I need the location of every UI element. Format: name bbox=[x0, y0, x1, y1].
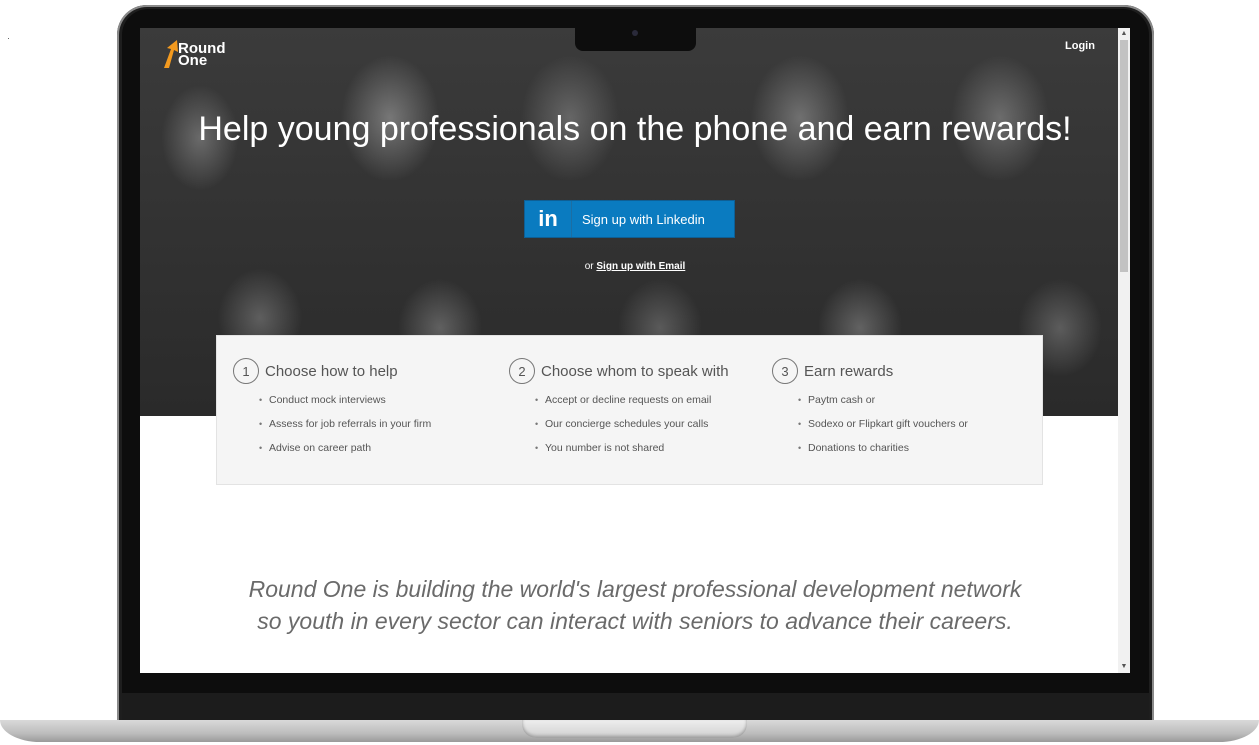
step-number-badge: 1 bbox=[233, 358, 259, 384]
laptop-opening-groove bbox=[522, 720, 747, 738]
scroll-up-icon[interactable]: ▲ bbox=[1118, 28, 1130, 40]
list-item: Conduct mock interviews bbox=[259, 394, 431, 418]
linkedin-icon: in bbox=[525, 201, 572, 237]
list-item: You number is not shared bbox=[535, 442, 729, 466]
list-item: Our concierge schedules your calls bbox=[535, 418, 729, 442]
step-title: Choose how to help bbox=[265, 362, 398, 380]
login-link[interactable]: Login bbox=[1065, 40, 1095, 52]
list-item: Accept or decline requests on email bbox=[535, 394, 729, 418]
mission-line-2: so youth in every sector can interact wi… bbox=[257, 608, 1013, 634]
scroll-down-icon[interactable]: ▼ bbox=[1118, 661, 1130, 673]
step-2: 2 Choose whom to speak with Accept or de… bbox=[509, 358, 729, 466]
list-item: Advise on career path bbox=[259, 442, 431, 466]
email-signup-link[interactable]: Sign up with Email bbox=[596, 261, 685, 272]
mission-line-1: Round One is building the world's larges… bbox=[248, 576, 1022, 602]
list-item: Paytm cash or bbox=[798, 394, 968, 418]
list-item: Assess for job referrals in your firm bbox=[259, 418, 431, 442]
step-number-badge: 3 bbox=[772, 358, 798, 384]
list-item: Sodexo or Flipkart gift vouchers or bbox=[798, 418, 968, 442]
step-title: Choose whom to speak with bbox=[541, 362, 729, 380]
step-items: Conduct mock interviews Assess for job r… bbox=[259, 394, 431, 466]
email-signup-prefix: or bbox=[584, 261, 594, 272]
step-1: 1 Choose how to help Conduct mock interv… bbox=[233, 358, 431, 466]
list-item: Donations to charities bbox=[798, 442, 968, 466]
step-items: Paytm cash or Sodexo or Flipkart gift vo… bbox=[798, 394, 968, 466]
camera-icon bbox=[632, 30, 638, 36]
browser-viewport: Round One Login Help young professionals… bbox=[140, 28, 1130, 673]
step-items: Accept or decline requests on email Our … bbox=[535, 394, 729, 466]
stray-dot bbox=[8, 38, 9, 39]
logo-text: Round One bbox=[178, 41, 225, 68]
step-title: Earn rewards bbox=[804, 362, 894, 380]
hero-headline: Help young professionals on the phone an… bbox=[198, 110, 1072, 148]
email-signup-line: or Sign up with Email bbox=[140, 261, 1130, 272]
laptop-chin bbox=[122, 693, 1149, 723]
how-it-works-card: 1 Choose how to help Conduct mock interv… bbox=[216, 335, 1043, 485]
round-one-logo[interactable]: Round One bbox=[162, 38, 225, 70]
linkedin-signup-button[interactable]: in Sign up with Linkedin bbox=[524, 200, 735, 238]
scrollbar-thumb[interactable] bbox=[1120, 40, 1128, 272]
step-3: 3 Earn rewards Paytm cash or Sodexo or F… bbox=[772, 358, 968, 466]
step-number-badge: 2 bbox=[509, 358, 535, 384]
linkedin-signup-label: Sign up with Linkedin bbox=[582, 211, 705, 227]
mission-statement: Round One is building the world's larges… bbox=[140, 573, 1130, 637]
